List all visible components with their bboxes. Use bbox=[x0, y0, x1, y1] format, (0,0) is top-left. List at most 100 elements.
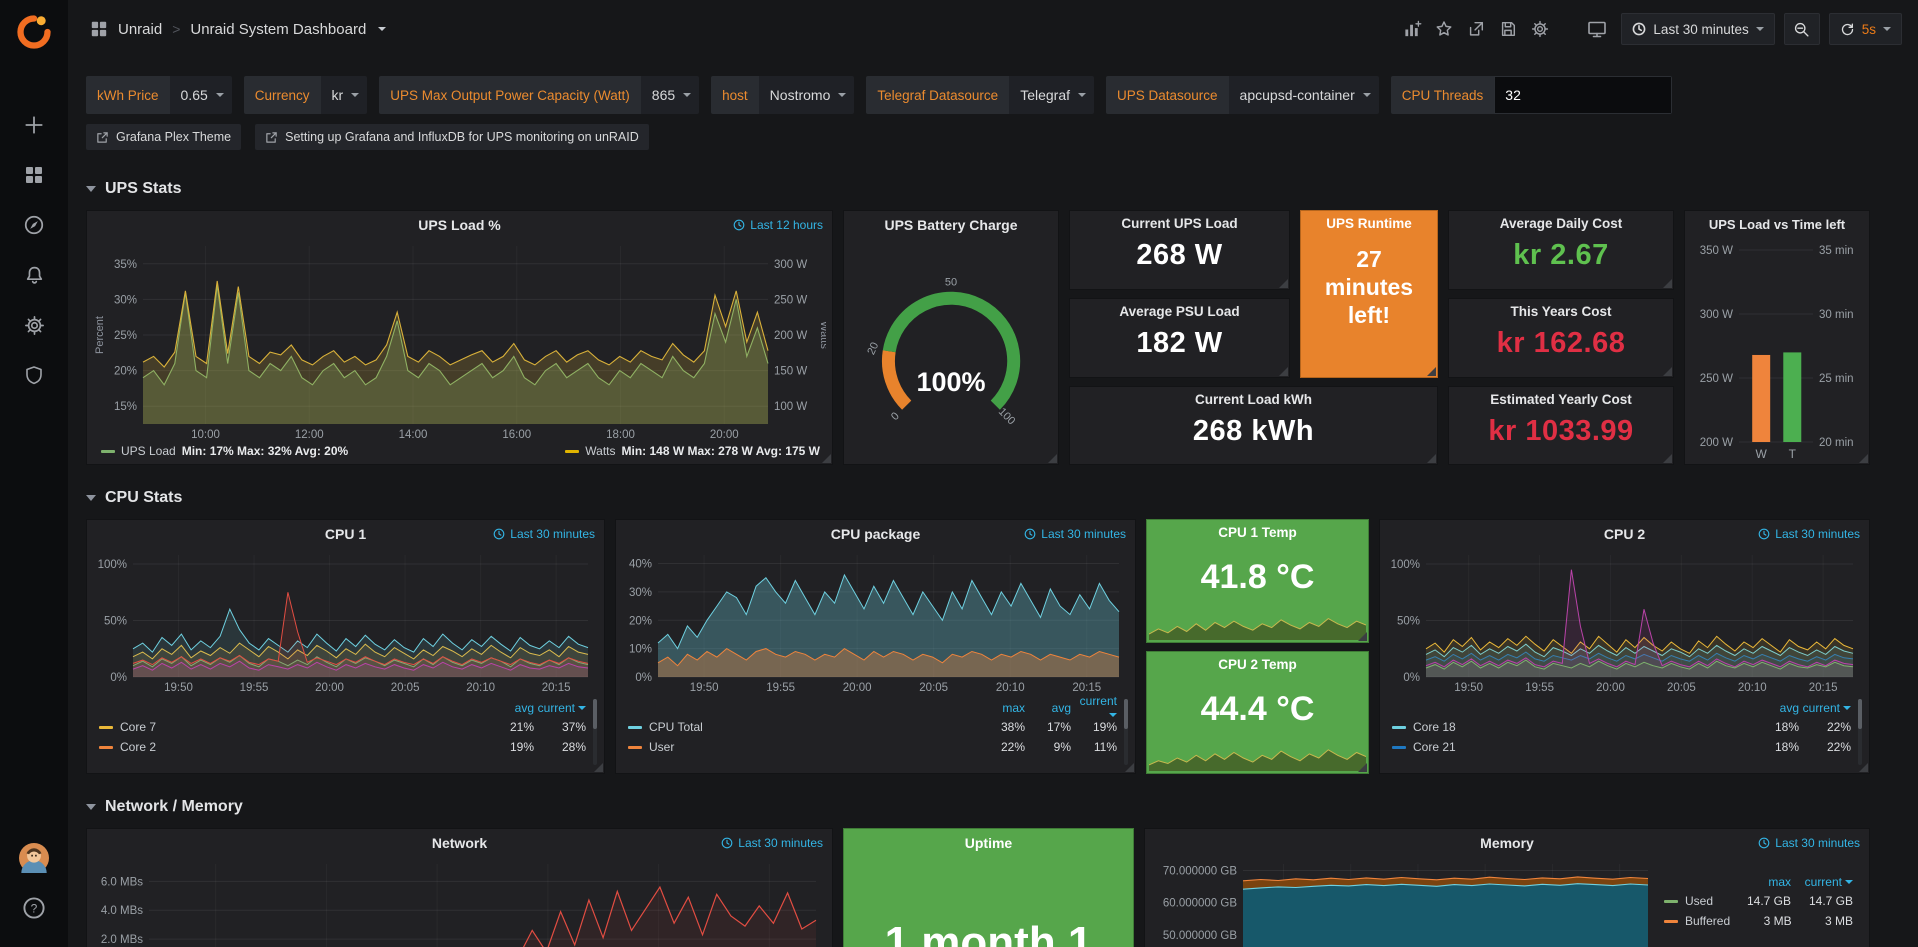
tv-kiosk-icon[interactable] bbox=[1582, 14, 1612, 44]
refresh-picker[interactable]: 5s bbox=[1829, 13, 1902, 45]
panel-title[interactable]: CPU package bbox=[831, 526, 920, 542]
legend-scrollbar[interactable] bbox=[1124, 699, 1128, 765]
variable-value-currency[interactable]: kr bbox=[321, 76, 368, 114]
resize-handle[interactable] bbox=[1125, 763, 1134, 772]
time-range-badge[interactable]: Last 30 minutes bbox=[1024, 527, 1126, 541]
row-header-network-memory[interactable]: Network / Memory bbox=[86, 790, 1902, 824]
variable-value-telegraf-datasource[interactable]: Telegraf bbox=[1009, 76, 1094, 114]
dashboards-icon[interactable] bbox=[12, 158, 56, 192]
legend-row[interactable]: Core 219%28% bbox=[99, 737, 586, 757]
admin-shield-icon[interactable] bbox=[12, 358, 56, 392]
resize-handle[interactable] bbox=[1663, 279, 1672, 288]
panel-title[interactable]: Average PSU Load bbox=[1119, 304, 1239, 319]
legend-sort-avg[interactable]: avg bbox=[1747, 701, 1799, 715]
legend-sort-current[interactable]: current bbox=[534, 701, 586, 715]
panel-title[interactable]: This Years Cost bbox=[1510, 304, 1611, 319]
help-icon[interactable]: ? bbox=[12, 891, 56, 925]
time-range-badge[interactable]: Last 30 minutes bbox=[493, 527, 595, 541]
variable-value-kwh-price[interactable]: 0.65 bbox=[170, 76, 232, 114]
panel-title[interactable]: Current UPS Load bbox=[1121, 216, 1237, 231]
zoom-out-icon[interactable] bbox=[1784, 13, 1820, 45]
panel-title[interactable]: Current Load kWh bbox=[1195, 392, 1312, 407]
panel-title[interactable]: UPS Battery Charge bbox=[884, 217, 1017, 233]
panel-title[interactable]: CPU 2 Temp bbox=[1218, 657, 1297, 672]
legend-sort-avg[interactable]: avg bbox=[1025, 701, 1071, 715]
resize-handle[interactable] bbox=[1427, 454, 1436, 463]
variable-value-ups-max-output-power-capacity-watt[interactable]: 865 bbox=[641, 76, 699, 114]
legend-item[interactable]: UPS LoadMin: 17% Max: 32% Avg: 20% bbox=[101, 444, 348, 458]
resize-handle[interactable] bbox=[1859, 763, 1868, 772]
save-icon[interactable] bbox=[1493, 14, 1523, 44]
legend-sort-current[interactable]: current bbox=[1791, 875, 1853, 889]
resize-handle[interactable] bbox=[1663, 367, 1672, 376]
time-range-badge[interactable]: Last 30 minutes bbox=[1758, 527, 1860, 541]
variable-value-host[interactable]: Nostromo bbox=[759, 76, 855, 114]
ups-load-chart[interactable]: 35%30%25%20%15%300 W250 W200 W150 W100 W… bbox=[93, 240, 826, 442]
legend-row[interactable]: Core 1818%22% bbox=[1392, 717, 1851, 737]
resize-handle[interactable] bbox=[1358, 632, 1367, 641]
legend-row[interactable]: Used14.7 GB14.7 GB bbox=[1664, 891, 1853, 911]
panel-title[interactable]: Network bbox=[432, 835, 487, 851]
memory-chart[interactable]: 70.000000 GB60.000000 GB50.000000 GB19:5… bbox=[1151, 858, 1658, 947]
explore-icon[interactable] bbox=[12, 208, 56, 242]
legend-row[interactable]: Core 2118%22% bbox=[1392, 737, 1851, 757]
panel-title[interactable]: Average Daily Cost bbox=[1500, 216, 1623, 231]
dashboard-link[interactable]: Setting up Grafana and InfluxDB for UPS … bbox=[255, 124, 649, 150]
panel-title[interactable]: UPS Load vs Time left bbox=[1709, 217, 1845, 232]
avatar[interactable] bbox=[12, 841, 56, 875]
row-header-ups-stats[interactable]: UPS Stats bbox=[86, 172, 1902, 206]
cpu2-chart[interactable]: 100%50%0%19:5019:5520:0020:0520:1020:15 bbox=[1386, 549, 1863, 695]
panel-title[interactable]: Memory bbox=[1480, 835, 1534, 851]
panel-title[interactable]: CPU 1 bbox=[325, 526, 366, 542]
legend-row[interactable]: Core 721%37% bbox=[99, 717, 586, 737]
breadcrumb-app[interactable]: Unraid bbox=[118, 21, 162, 38]
panel-title[interactable]: UPS Load % bbox=[418, 217, 500, 233]
panel-title[interactable]: CPU 1 Temp bbox=[1218, 525, 1297, 540]
legend-scrollbar[interactable] bbox=[1858, 699, 1862, 765]
legend-sort-max[interactable]: max bbox=[1729, 875, 1791, 889]
legend-scrollbar[interactable] bbox=[593, 699, 597, 765]
legend-sort-avg[interactable]: avg bbox=[482, 701, 534, 715]
network-chart[interactable]: 6.0 MBs4.0 MBs2.0 MBs19:5019:5520:0020:0… bbox=[93, 858, 826, 947]
dashboard-link[interactable]: Grafana Plex Theme bbox=[86, 124, 241, 150]
legend-sort-max[interactable]: max bbox=[979, 701, 1025, 715]
resize-handle[interactable] bbox=[1663, 454, 1672, 463]
panel-title[interactable]: Estimated Yearly Cost bbox=[1490, 392, 1632, 407]
panel-title[interactable]: UPS Runtime bbox=[1326, 216, 1412, 231]
time-range-badge[interactable]: Last 30 minutes bbox=[721, 836, 823, 850]
panel-title[interactable]: CPU 2 bbox=[1604, 526, 1645, 542]
resize-handle[interactable] bbox=[594, 763, 603, 772]
add-panel-icon[interactable] bbox=[1397, 14, 1427, 44]
panel-title[interactable]: Uptime bbox=[965, 835, 1012, 851]
resize-handle[interactable] bbox=[822, 454, 831, 463]
ups-vs-time-bar-chart[interactable]: 350 W300 W250 W200 W35 min30 min25 min20… bbox=[1691, 240, 1863, 464]
share-icon[interactable] bbox=[1461, 14, 1491, 44]
cpu-package-chart[interactable]: 40%30%20%10%0%19:5019:5520:0020:0520:102… bbox=[622, 549, 1129, 695]
resize-handle[interactable] bbox=[1279, 279, 1288, 288]
battery-gauge[interactable]: 02050100100% bbox=[850, 240, 1052, 464]
resize-handle[interactable] bbox=[1279, 367, 1288, 376]
resize-handle[interactable] bbox=[1048, 454, 1057, 463]
cpu1-chart[interactable]: 100%50%0%19:5019:5520:0020:0520:1020:15 bbox=[93, 549, 598, 695]
variable-input-cpu-threads[interactable] bbox=[1494, 76, 1672, 114]
legend-row[interactable]: Buffered3 MB3 MB bbox=[1664, 911, 1853, 931]
dashboard-title[interactable]: Unraid System Dashboard bbox=[190, 21, 366, 38]
variable-value-ups-datasource[interactable]: apcupsd-container bbox=[1229, 76, 1379, 114]
dashboard-caret-icon[interactable] bbox=[378, 27, 386, 31]
resize-handle[interactable] bbox=[1358, 763, 1367, 772]
time-picker[interactable]: Last 30 minutes bbox=[1621, 13, 1774, 45]
time-range-badge[interactable]: Last 12 hours bbox=[733, 218, 823, 232]
legend-sort-current[interactable]: current bbox=[1071, 694, 1117, 722]
star-icon[interactable] bbox=[1429, 14, 1459, 44]
configuration-gear-icon[interactable] bbox=[12, 308, 56, 342]
time-range-badge[interactable]: Last 30 minutes bbox=[1758, 836, 1860, 850]
legend-row[interactable]: CPU Total38%17%19% bbox=[628, 717, 1117, 737]
alerting-bell-icon[interactable] bbox=[12, 258, 56, 292]
legend-sort-current[interactable]: current bbox=[1799, 701, 1851, 715]
dashboard-settings-icon[interactable] bbox=[1525, 14, 1555, 44]
legend-item[interactable]: WattsMin: 148 W Max: 278 W Avg: 175 W bbox=[565, 444, 820, 458]
legend-row[interactable]: User22%9%11% bbox=[628, 737, 1117, 757]
resize-handle[interactable] bbox=[1427, 367, 1436, 376]
row-header-cpu-stats[interactable]: CPU Stats bbox=[86, 481, 1902, 515]
resize-handle[interactable] bbox=[1859, 454, 1868, 463]
